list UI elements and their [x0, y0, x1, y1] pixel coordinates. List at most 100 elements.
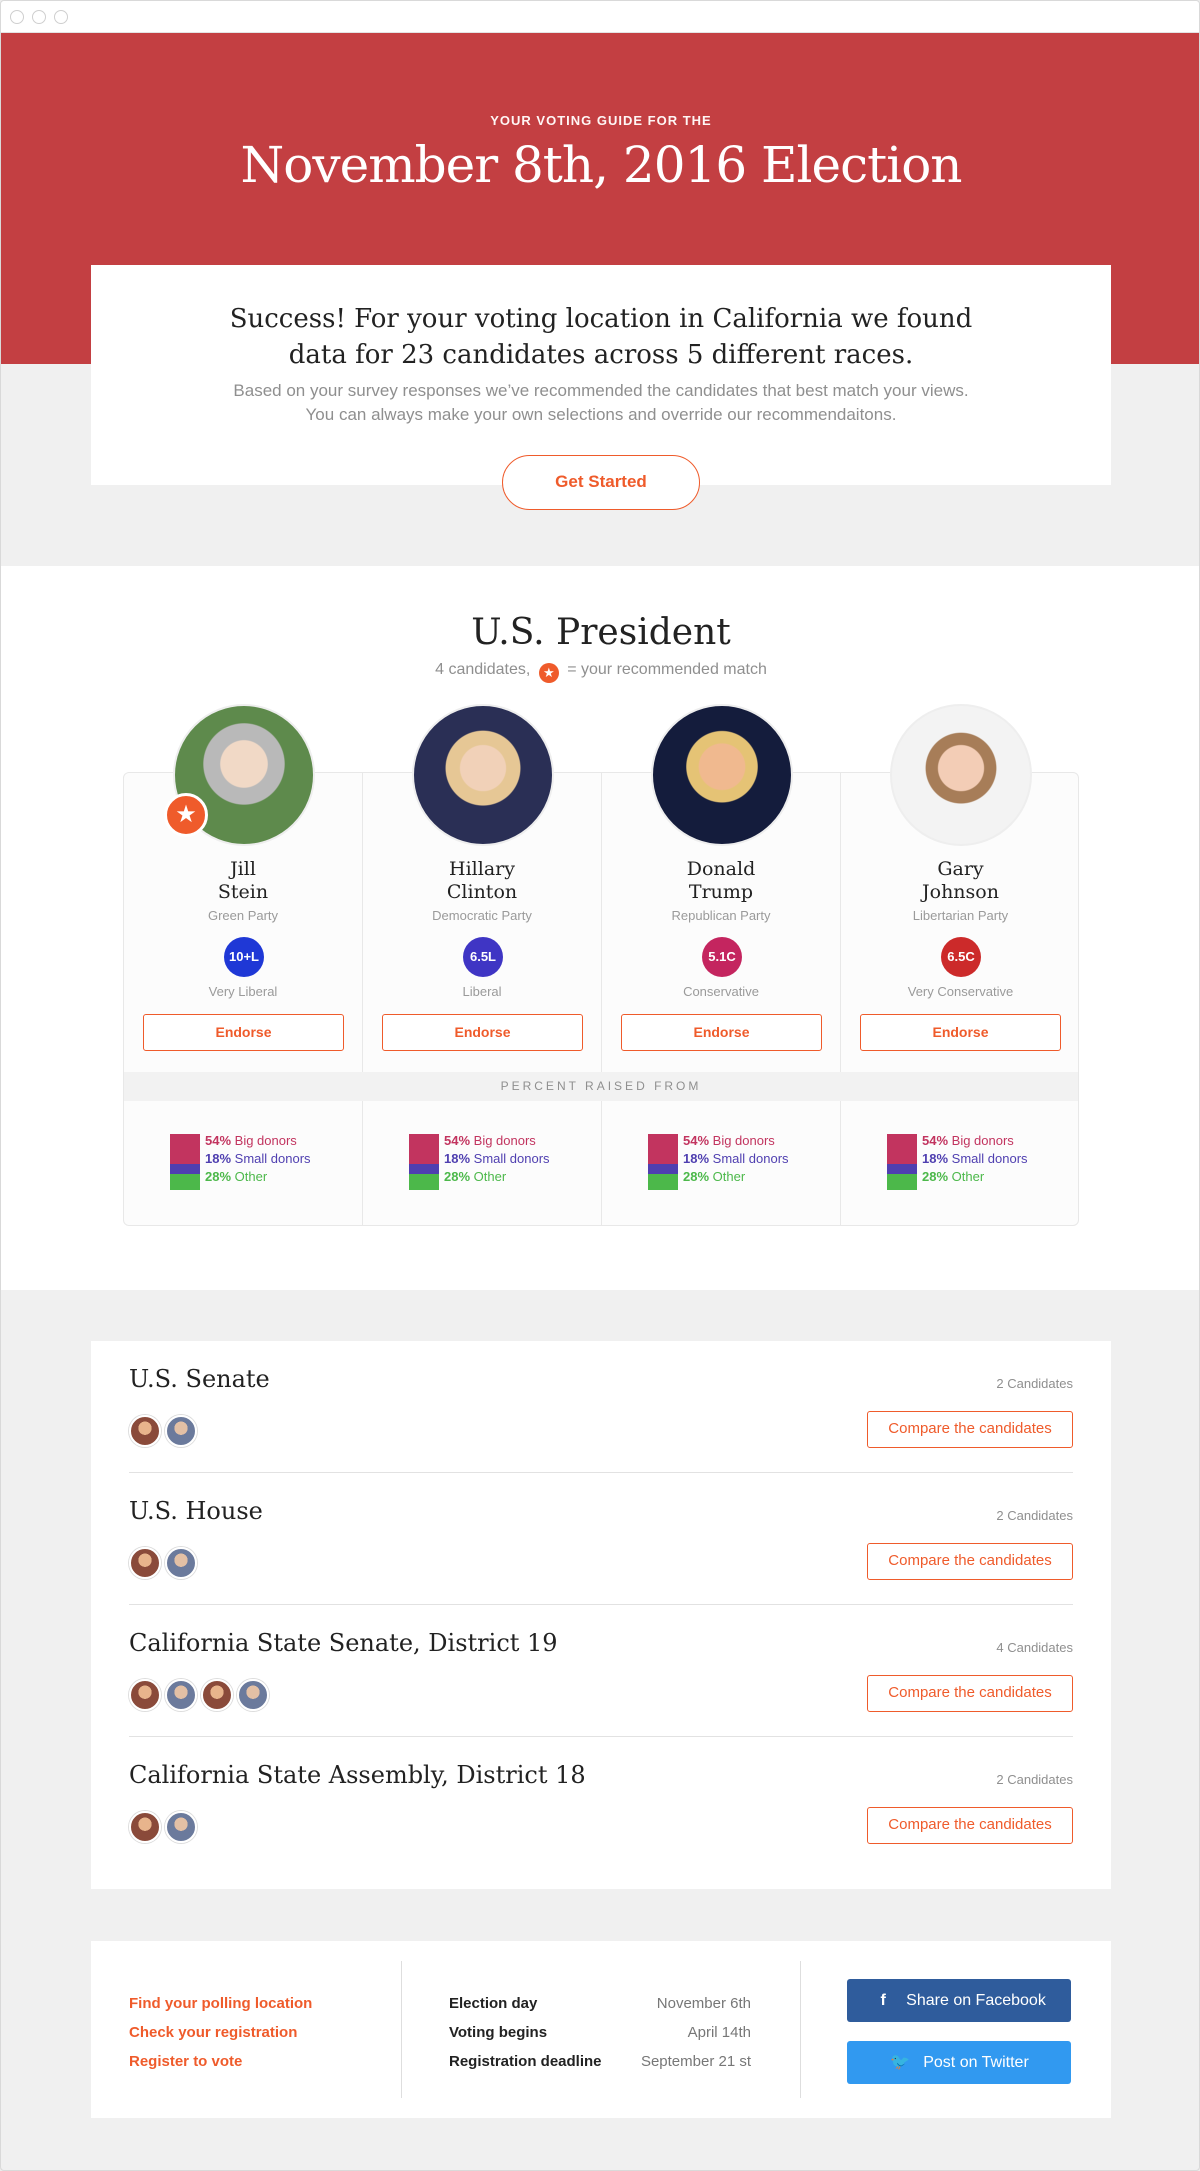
- other-donors-line: 28% Other: [922, 1168, 1028, 1186]
- big-donors-segment: [170, 1134, 200, 1165]
- other-donors-line: 28% Other: [444, 1168, 550, 1186]
- small-donors-segment: [409, 1164, 439, 1175]
- other-donors-label: Other: [234, 1169, 268, 1184]
- register-to-vote-link[interactable]: Register to vote: [129, 2047, 312, 2076]
- date-value: September 21 st: [640, 2053, 751, 2070]
- candidate-avatar[interactable]: [201, 1679, 233, 1711]
- candidate-last-name: Clinton: [446, 881, 518, 903]
- footer-links: Find your polling location Check your re…: [129, 1989, 312, 2076]
- big-donors-segment: [409, 1134, 439, 1165]
- candidate-avatar[interactable]: [129, 1547, 161, 1579]
- key-dates: Election day November 6th Voting begins …: [449, 1989, 751, 2076]
- candidate-name: Hillary Clinton: [363, 858, 601, 904]
- endorse-button[interactable]: Endorse: [143, 1014, 344, 1051]
- candidate-name: Jill Stein: [124, 858, 362, 904]
- success-card: Success! For your voting location in Cal…: [91, 265, 1111, 485]
- candidate-photo[interactable]: [890, 704, 1032, 846]
- get-started-button[interactable]: Get Started: [502, 455, 700, 510]
- candidate-photo[interactable]: [651, 704, 793, 846]
- big-donors-label: Big donors: [234, 1133, 297, 1148]
- donor-legend: 54% Big donors 18% Small donors 28% Othe…: [922, 1132, 1028, 1186]
- compare-candidates-button[interactable]: Compare the candidates: [867, 1543, 1073, 1580]
- date-label: Election day: [449, 1995, 538, 2012]
- race-avatars: [129, 1547, 201, 1579]
- president-title: U.S. President: [471, 612, 731, 653]
- other-donors-label: Other: [951, 1169, 985, 1184]
- ideology-label: Very Conservative: [907, 984, 1014, 999]
- ideology-label: Very Liberal: [208, 984, 278, 999]
- other-donors-label: Other: [712, 1169, 746, 1184]
- post-twitter-button[interactable]: 🐦 Post on Twitter: [847, 2041, 1071, 2084]
- small-donors-line: 18% Small donors: [683, 1150, 789, 1168]
- race-candidate-count: 4 Candidates: [996, 1640, 1073, 1655]
- compare-candidates-button[interactable]: Compare the candidates: [867, 1807, 1073, 1844]
- small-donors-line: 18% Small donors: [205, 1150, 311, 1168]
- candidate-avatar[interactable]: [165, 1547, 197, 1579]
- small-donors-pct: 18%: [205, 1151, 232, 1166]
- small-donors-line: 18% Small donors: [922, 1150, 1028, 1168]
- big-donors-line: 54% Big donors: [922, 1132, 1028, 1150]
- small-donors-label: Small donors: [951, 1151, 1028, 1166]
- recommended-legend: = your recommended match: [567, 661, 767, 678]
- candidate-avatar[interactable]: [237, 1679, 269, 1711]
- compare-candidates-button[interactable]: Compare the candidates: [867, 1675, 1073, 1712]
- donor-breakdown: 54% Big donors 18% Small donors 28% Othe…: [602, 1101, 841, 1225]
- candidate-last-name: Stein: [217, 881, 269, 903]
- big-donors-label: Big donors: [951, 1133, 1014, 1148]
- candidate-avatar[interactable]: [129, 1811, 161, 1843]
- window-minimize-dot[interactable]: [32, 10, 46, 24]
- races-card: U.S. Senate 2 Candidates Compare the can…: [91, 1341, 1111, 1889]
- candidate-avatar[interactable]: [165, 1679, 197, 1711]
- candidate-name: Donald Trump: [602, 858, 840, 904]
- race-row: U.S. House 2 Candidates Compare the cand…: [129, 1473, 1073, 1605]
- other-donors-segment: [648, 1174, 678, 1190]
- big-donors-segment: [887, 1134, 917, 1165]
- candidate-first-name: Gary: [937, 858, 984, 880]
- race-candidate-count: 2 Candidates: [996, 1508, 1073, 1523]
- hero-kicker: YOUR VOTING GUIDE FOR THE: [490, 113, 712, 128]
- endorse-button[interactable]: Endorse: [860, 1014, 1061, 1051]
- small-donors-segment: [887, 1164, 917, 1175]
- candidate-avatar[interactable]: [165, 1811, 197, 1843]
- other-donors-pct: 28%: [205, 1169, 232, 1184]
- success-headline: Success! For your voting location in Cal…: [91, 301, 1111, 373]
- president-subtitle: 4 candidates, ★ = your recommended match: [1, 661, 1199, 683]
- share-facebook-button[interactable]: f Share on Facebook: [847, 1979, 1071, 2022]
- date-row-voting-begins: Voting begins April 14th: [449, 2018, 751, 2047]
- success-headline-line2: data for 23 candidates across 5 differen…: [288, 340, 914, 370]
- race-title: U.S. House: [129, 1497, 263, 1525]
- race-avatars: [129, 1811, 201, 1843]
- donor-stacked-bar: [887, 1134, 917, 1190]
- candidate-party: Democratic Party: [432, 908, 532, 923]
- donor-breakdown: 54% Big donors 18% Small donors 28% Othe…: [124, 1101, 363, 1225]
- date-row-election-day: Election day November 6th: [449, 1989, 751, 2018]
- endorse-button[interactable]: Endorse: [382, 1014, 583, 1051]
- donor-legend: 54% Big donors 18% Small donors 28% Othe…: [444, 1132, 550, 1186]
- candidate-avatar[interactable]: [129, 1679, 161, 1711]
- other-donors-segment: [170, 1174, 200, 1190]
- find-polling-location-link[interactable]: Find your polling location: [129, 1989, 312, 2018]
- big-donors-pct: 54%: [922, 1133, 949, 1148]
- percent-raised-header: PERCENT RAISED FROM: [124, 1072, 1078, 1101]
- candidate-avatar[interactable]: [129, 1415, 161, 1447]
- date-label: Registration deadline: [449, 2053, 602, 2070]
- candidate-avatar[interactable]: [165, 1415, 197, 1447]
- other-donors-segment: [409, 1174, 439, 1190]
- candidate-party: Green Party: [207, 908, 279, 923]
- president-section: U.S. President 4 candidates, ★ = your re…: [1, 566, 1199, 1290]
- candidate-party: Republican Party: [671, 908, 771, 923]
- compare-candidates-button[interactable]: Compare the candidates: [867, 1411, 1073, 1448]
- small-donors-label: Small donors: [473, 1151, 550, 1166]
- check-registration-link[interactable]: Check your registration: [129, 2018, 312, 2047]
- window-close-dot[interactable]: [10, 10, 24, 24]
- endorse-button[interactable]: Endorse: [621, 1014, 822, 1051]
- candidate-photo[interactable]: [412, 704, 554, 846]
- browser-window: YOUR VOTING GUIDE FOR THE November 8th, …: [0, 0, 1200, 2171]
- window-maximize-dot[interactable]: [54, 10, 68, 24]
- donor-breakdown: 54% Big donors 18% Small donors 28% Othe…: [363, 1101, 602, 1225]
- other-donors-pct: 28%: [683, 1169, 710, 1184]
- other-donors-pct: 28%: [922, 1169, 949, 1184]
- divider: [401, 1961, 402, 2098]
- race-candidate-count: 2 Candidates: [996, 1772, 1073, 1787]
- ideology-score-badge: 10+L: [224, 937, 264, 977]
